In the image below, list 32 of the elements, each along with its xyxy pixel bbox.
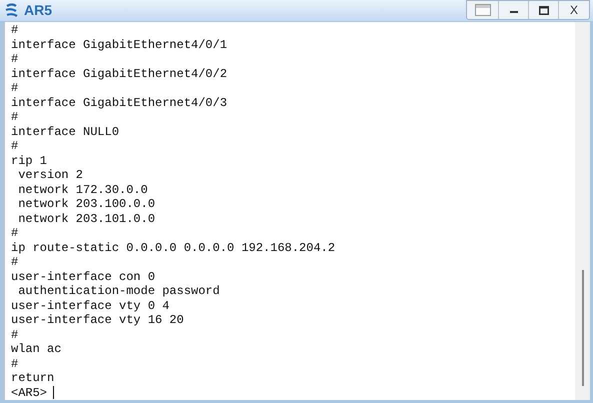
- terminal-line: network 203.100.0.0: [17, 197, 156, 212]
- terminal-line: authentication-mode password: [17, 284, 220, 298]
- app-icon: [4, 2, 20, 18]
- terminal-line: #: [11, 255, 18, 270]
- terminal-line: version 2: [17, 168, 84, 182]
- terminal-line: interface GigabitEthernet4/0/1: [11, 38, 228, 52]
- terminal-line: interface GigabitEthernet4/0/2: [11, 66, 228, 81]
- terminal-line: user-interface con 0: [11, 270, 156, 284]
- terminal-line: #: [11, 110, 18, 124]
- terminal-prompt: <AR5>: [11, 386, 48, 400]
- terminal-line: return: [11, 371, 54, 386]
- window-title: AR5: [24, 1, 52, 20]
- terminal-line: #: [11, 328, 18, 342]
- terminal-line: ip route-static 0.0.0.0 0.0.0.0 192.168.204.2: [11, 240, 336, 255]
- terminal-line: rip 1: [11, 154, 48, 168]
- terminal-line: #: [11, 81, 18, 96]
- scrollbar-thumb[interactable]: [582, 270, 584, 386]
- terminal-line: #: [11, 356, 18, 371]
- terminal-line: user-interface vty 16 20: [11, 313, 184, 328]
- terminal-line: interface GigabitEthernet4/0/3: [11, 96, 228, 110]
- terminal-line: #: [11, 23, 18, 38]
- terminal-line: #: [11, 52, 18, 66]
- terminal-line: #: [11, 226, 18, 240]
- terminal-line: interface NULL0: [11, 124, 120, 139]
- terminal-line: #: [11, 139, 18, 154]
- terminal-line: user-interface vty 0 4: [11, 298, 170, 313]
- window-icon: [474, 4, 490, 16]
- terminal-line: wlan ac: [11, 342, 62, 356]
- text-cursor: [53, 386, 54, 400]
- terminal-line: network 203.101.0.0: [17, 212, 156, 226]
- terminal-line: network 172.30.0.0: [17, 182, 148, 197]
- maximize-icon: [538, 6, 548, 14]
